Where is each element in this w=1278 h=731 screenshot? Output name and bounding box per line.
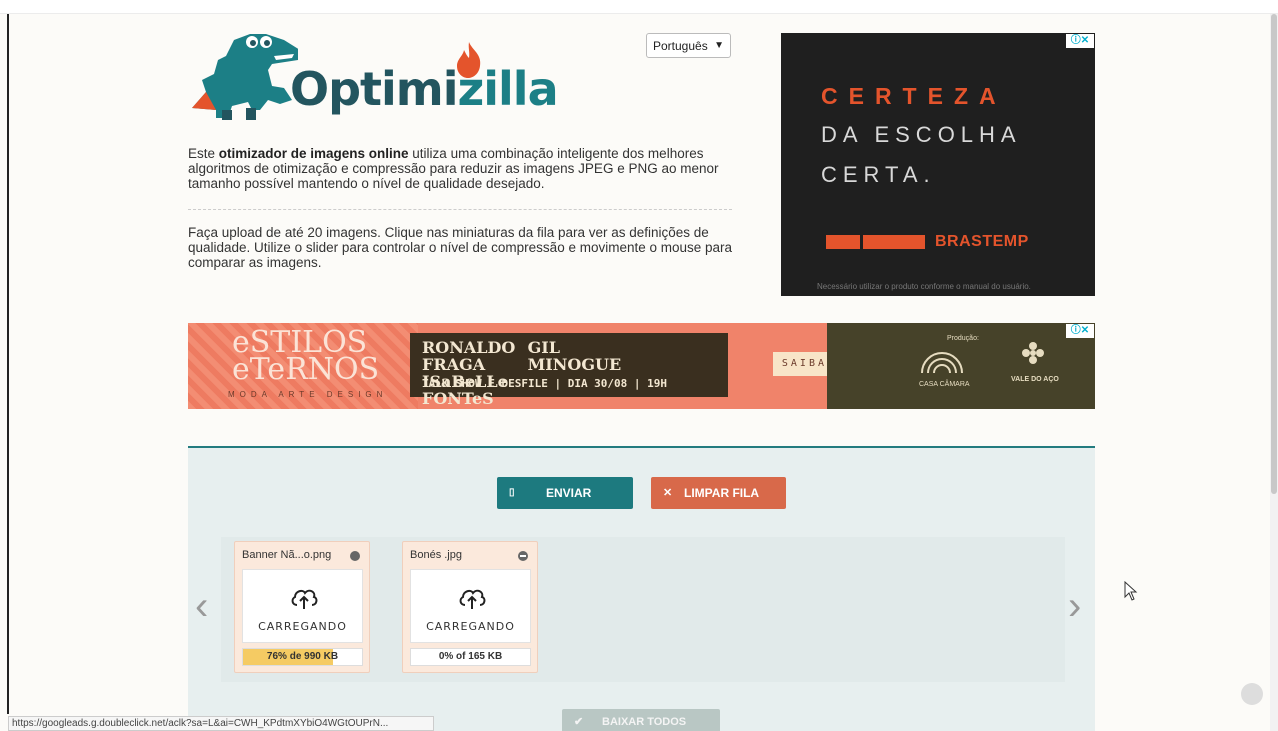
ad-brastemp[interactable]: ⓘ✕ CERTEZA DA ESCOLHA CERTA. BRASTEMP Ne… — [781, 33, 1095, 296]
upload-button-label: ENVIAR — [546, 486, 592, 500]
scrollbar-thumb[interactable] — [1271, 14, 1277, 494]
link-status-bar: https://googleads.g.doubleclick.net/aclk… — [8, 716, 434, 731]
intro-bold: otimizador de imagens online — [218, 146, 409, 161]
upload-button[interactable]: ▯ ENVIAR — [497, 477, 633, 509]
ad-names: RONALDO FRAGA GIL MINOGUE ISaBeLLe FONTe… — [422, 339, 728, 407]
ad-name: GIL MINOGUE — [527, 338, 622, 374]
mouse-cursor-icon — [1124, 581, 1138, 601]
ad-sponsor-1: CASA CÂMARA — [919, 381, 970, 388]
ad-bars — [826, 235, 928, 254]
ad-bar — [826, 235, 860, 249]
ad-name: RONALDO FRAGA — [422, 338, 516, 374]
ad-producao: Produção: — [947, 335, 979, 342]
progress-text: 0% of 165 KB — [438, 651, 503, 662]
chevron-left-icon[interactable]: ‹ — [195, 586, 208, 626]
chevron-right-icon[interactable]: › — [1068, 586, 1081, 626]
upload-panel: ▯ ENVIAR ✕ LIMPAR FILA ‹ › Banner Nã...o… — [188, 446, 1095, 731]
browser-top-bar — [0, 0, 1278, 14]
progress-text: 76% de 990 KB — [266, 651, 339, 662]
ad-lineup: RONALDO FRAGA GIL MINOGUE ISaBeLLe FONTe… — [410, 333, 728, 407]
check-icon: ✔ — [574, 716, 584, 728]
intro-paragraph: Este otimizador de imagens online utiliz… — [188, 146, 733, 191]
vale-do-aco-logo-icon — [1022, 342, 1044, 364]
ad-title-bottom: eTeRNOS — [232, 352, 380, 387]
cloud-upload-icon — [291, 589, 318, 609]
queue-item[interactable]: Bonés .jpg CARREGANDO 0% of 165 KB — [402, 541, 538, 673]
ad-sponsors: ⓘ✕ Produção: CASA CÂMARA VALE DO AÇO — [827, 323, 1095, 409]
casa-camara-logo-icon — [921, 352, 963, 373]
queue-item[interactable]: Banner Nã...o.png CARREGANDO 76% de 990 … — [234, 541, 370, 673]
ad-title: eSTILOS eTeRNOS — [232, 328, 380, 387]
remove-file-icon[interactable] — [350, 551, 360, 561]
ad-brand: BRASTEMP — [935, 233, 1029, 250]
ad-headline-2: DA ESCOLHA — [821, 122, 1022, 147]
language-select[interactable]: Português ▼ — [646, 33, 731, 58]
intro-prefix: Este — [188, 146, 219, 161]
ad-close-icon[interactable]: ⓘ✕ — [1066, 34, 1094, 48]
upload-status: CARREGANDO — [258, 620, 347, 633]
language-select-value: Português — [653, 39, 708, 53]
divider — [188, 209, 732, 210]
ad-headline-1: CERTEZA — [821, 83, 1007, 109]
download-all-button[interactable]: ✔ BAIXAR TODOS — [562, 709, 720, 731]
instructions-paragraph: Faça upload de até 20 imagens. Clique na… — [188, 225, 733, 270]
ad-fine-print: Necessário utilizar o produto conforme o… — [817, 282, 1031, 291]
page-scrollbar[interactable] — [1270, 14, 1278, 731]
progress-bar: 76% de 990 KB — [242, 648, 363, 666]
ad-bar — [863, 235, 925, 249]
ad-event: TALK SHOW E DESFILE | DIA 30/08 | 19H — [422, 377, 668, 390]
remove-file-icon[interactable] — [518, 551, 528, 561]
ad-headline-3: CERTA. — [821, 162, 936, 187]
file-name: Bonés .jpg — [410, 549, 462, 561]
upload-status: CARREGANDO — [426, 620, 515, 633]
cloud-upload-icon — [459, 589, 486, 609]
logo-wordmark: Optimizilla — [290, 62, 559, 116]
left-edge — [7, 14, 9, 714]
ad-close-icon[interactable]: ⓘ✕ — [1066, 324, 1094, 338]
ad-estilos-eternos[interactable]: eSTILOS eTeRNOS MODA ARTE DESIGN RONALDO … — [188, 323, 1095, 409]
ad-sponsor-2: VALE DO AÇO — [1011, 376, 1059, 383]
close-icon: ✕ — [663, 487, 673, 499]
thumbnail-placeholder[interactable]: CARREGANDO — [410, 569, 531, 643]
download-all-label: BAIXAR TODOS — [602, 716, 687, 728]
optimizilla-logo[interactable]: Optimizilla — [188, 30, 588, 126]
ad-subtitle: MODA ARTE DESIGN — [228, 390, 388, 399]
chevron-down-icon: ▼ — [714, 40, 724, 51]
progress-bar: 0% of 165 KB — [410, 648, 531, 666]
clear-queue-label: LIMPAR FILA — [684, 486, 760, 500]
folder-open-icon: ▯ — [509, 487, 515, 498]
dinosaur-icon — [192, 34, 298, 120]
clear-queue-button[interactable]: ✕ LIMPAR FILA — [651, 477, 786, 509]
watermark-icon — [1241, 683, 1263, 705]
thumbnail-placeholder[interactable]: CARREGANDO — [242, 569, 363, 643]
file-name: Banner Nã...o.png — [242, 549, 332, 561]
